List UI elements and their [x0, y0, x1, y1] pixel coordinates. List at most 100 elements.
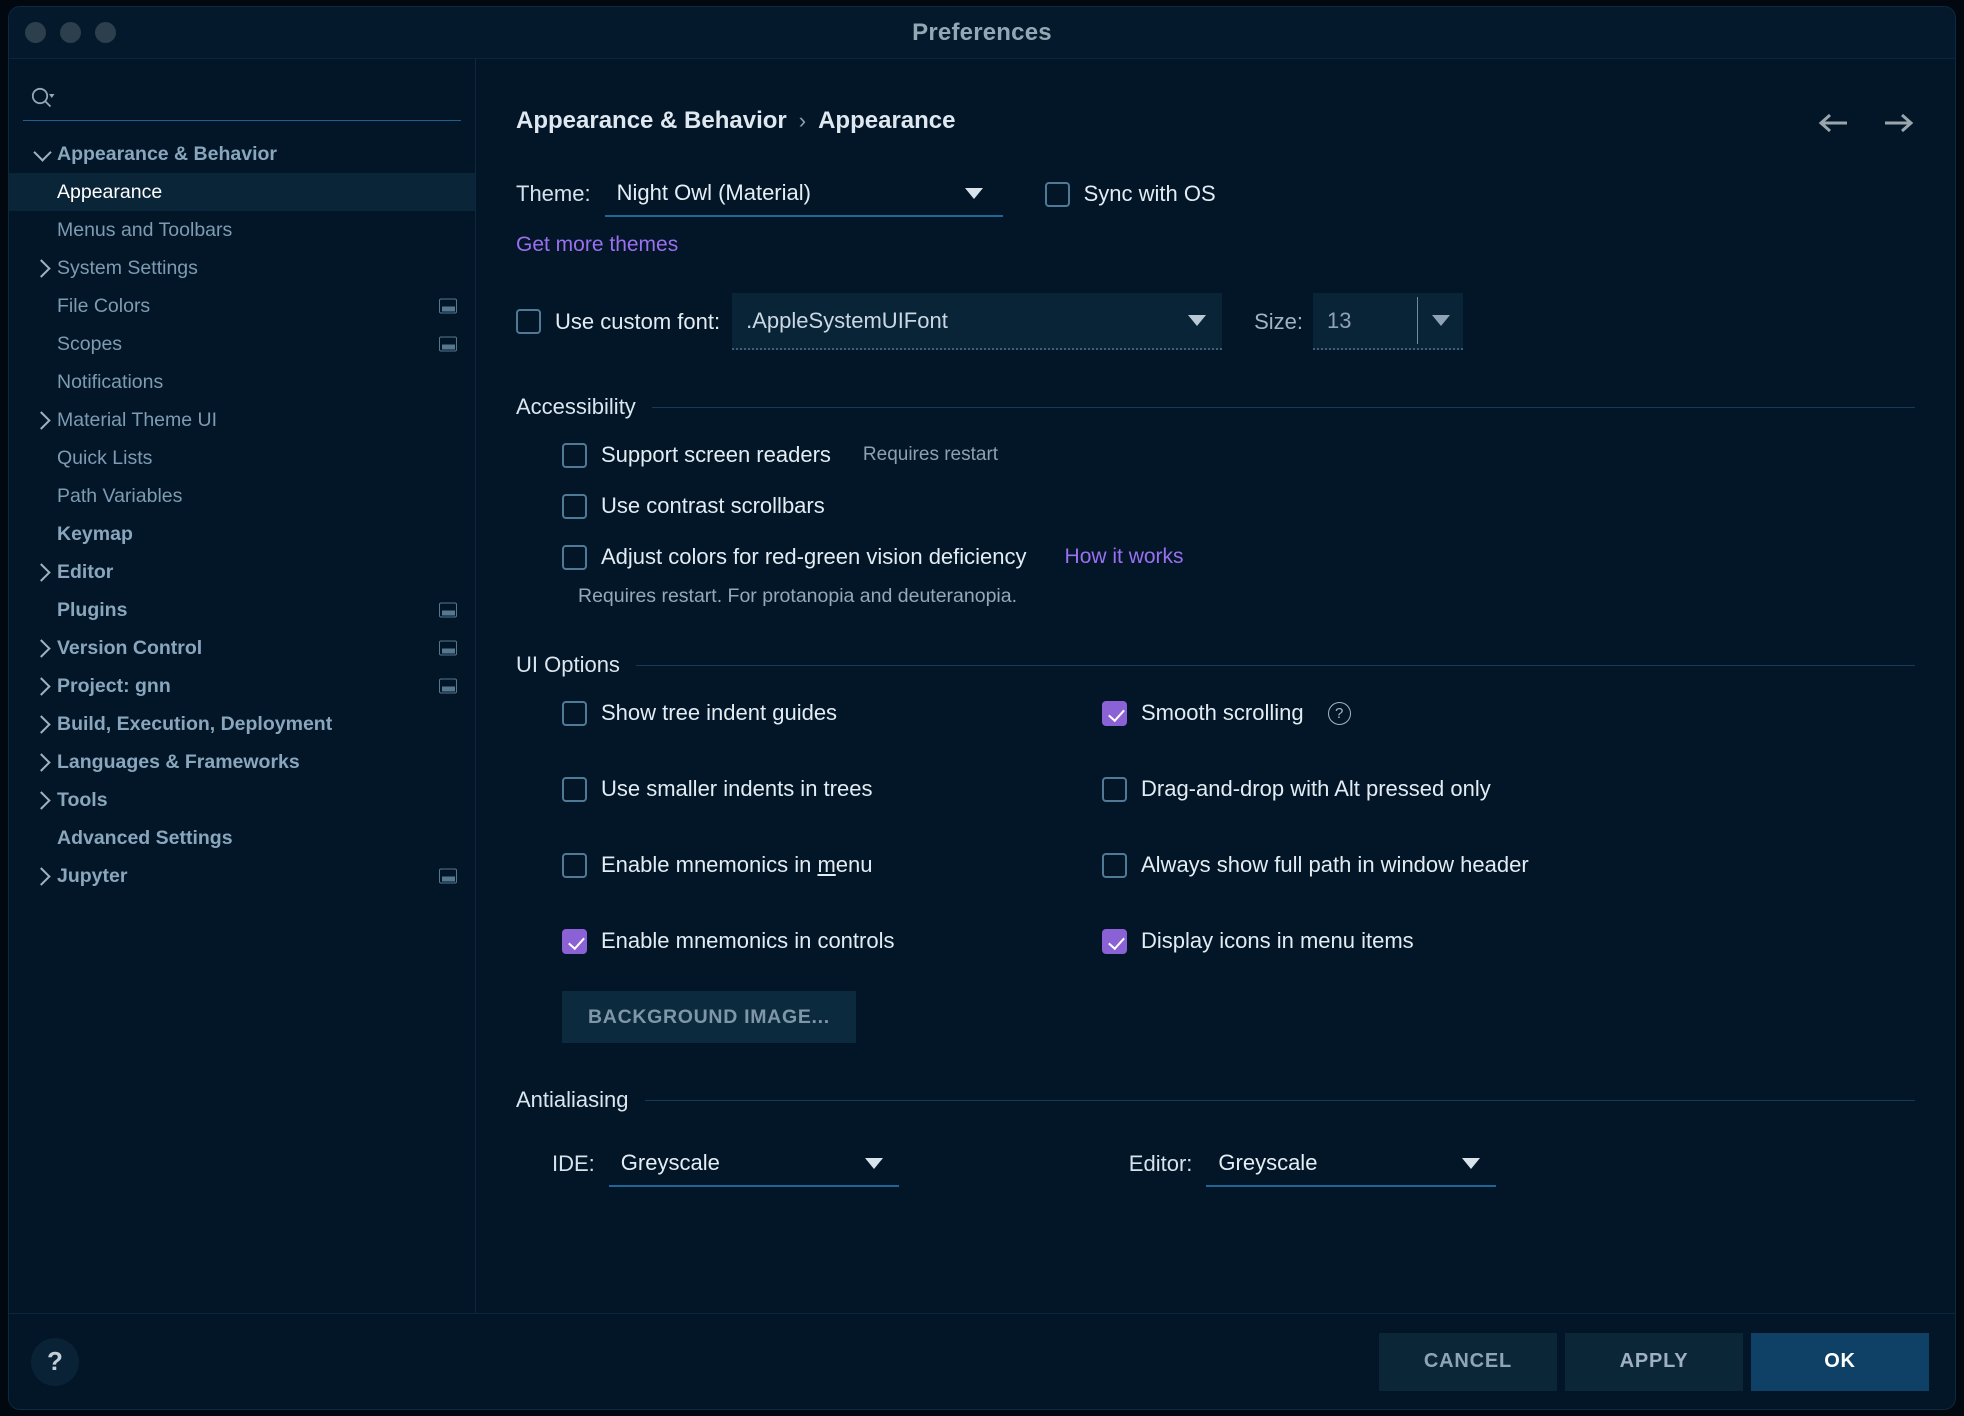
chevron-right-icon[interactable]	[27, 714, 57, 734]
ide-antialiasing-value: Greyscale	[620, 1150, 720, 1175]
sidebar-item-plugins[interactable]: Plugins	[9, 591, 475, 629]
use-custom-font-checkbox[interactable]	[516, 309, 541, 334]
breadcrumb-separator: ›	[798, 108, 807, 133]
sidebar-item-jupyter[interactable]: Jupyter	[9, 857, 475, 895]
sidebar-item-appearance[interactable]: Appearance	[9, 173, 475, 211]
sidebar-item-quick-lists[interactable]: Quick Lists	[9, 439, 475, 477]
font-size-field[interactable]: 13	[1313, 293, 1463, 350]
custom-font-select[interactable]: .AppleSystemUIFont	[732, 293, 1223, 350]
ui-option-left-2-row[interactable]: Enable mnemonics in menu	[562, 852, 1102, 878]
ui-option-left-2-label: Enable mnemonics in menu	[601, 852, 873, 877]
ui-option-left-0-checkbox[interactable]	[562, 700, 587, 726]
accessibility-option-1-label: Use contrast scrollbars	[601, 493, 825, 518]
question-mark-icon[interactable]: ?	[31, 1337, 79, 1386]
project-scope-icon	[439, 868, 457, 884]
chevron-right-icon[interactable]	[27, 410, 57, 430]
ui-options-body: Show tree indent guides Smooth scrolling?…	[516, 700, 1915, 1043]
sidebar-item-advanced-settings[interactable]: Advanced Settings	[9, 819, 475, 857]
accessibility-option-0-checkbox[interactable]	[562, 442, 587, 468]
chevron-down-icon[interactable]	[27, 142, 57, 162]
ui-option-right-1-checkbox[interactable]	[1102, 776, 1127, 802]
theme-select[interactable]: Night Owl (Material)	[604, 171, 1003, 217]
sidebar-item-file-colors[interactable]: File Colors	[9, 287, 475, 325]
sidebar-item-menus-and-toolbars[interactable]: Menus and Toolbars	[9, 211, 475, 249]
chevron-right-icon[interactable]	[27, 790, 57, 810]
sync-with-os-row[interactable]: Sync with OS	[1044, 181, 1216, 207]
sidebar-item-label: Path Variables	[57, 484, 183, 507]
sidebar-item-label: Plugins	[57, 598, 128, 621]
editor-antialiasing-select[interactable]: Greyscale	[1206, 1141, 1497, 1187]
ui-option-left-3-row[interactable]: Enable mnemonics in controls	[562, 928, 1102, 954]
get-more-themes-link[interactable]: Get more themes	[516, 233, 678, 257]
ui-option-left-3-checkbox[interactable]	[562, 928, 587, 954]
font-size-spinner[interactable]	[1417, 297, 1463, 344]
ui-option-right-3-checkbox[interactable]	[1102, 928, 1127, 954]
nav-buttons	[1817, 109, 1915, 137]
sidebar-item-scopes[interactable]: Scopes	[9, 325, 475, 363]
sidebar-item-path-variables[interactable]: Path Variables	[9, 477, 475, 515]
sidebar-item-appearance-behavior[interactable]: Appearance & Behavior	[9, 135, 475, 173]
sidebar-item-project-gnn[interactable]: Project: gnn	[9, 667, 475, 705]
chevron-right-icon[interactable]	[27, 258, 57, 278]
ui-options-title: UI Options	[516, 652, 620, 677]
sidebar-item-version-control[interactable]: Version Control	[9, 629, 475, 667]
sidebar-item-label: Jupyter	[57, 864, 128, 887]
ide-antialiasing-select[interactable]: Greyscale	[608, 1141, 899, 1187]
use-custom-font-label: Use custom font:	[555, 308, 721, 334]
sidebar-item-languages-frameworks[interactable]: Languages & Frameworks	[9, 743, 475, 781]
chevron-down-icon	[1188, 315, 1207, 326]
dialog-footer: ? CANCEL APPLY OK	[9, 1313, 1955, 1409]
accessibility-section: Accessibility Support screen readers Requ…	[516, 394, 1915, 608]
accessibility-option-2-row[interactable]: Adjust colors for red-green vision defic…	[562, 544, 1915, 570]
sidebar-item-material-theme-ui[interactable]: Material Theme UI	[9, 401, 475, 439]
arrow-right-icon[interactable]	[1881, 109, 1915, 137]
chevron-down-icon	[1431, 315, 1450, 326]
accessibility-option-1-row[interactable]: Use contrast scrollbars	[562, 493, 1915, 519]
accessibility-option-1-checkbox[interactable]	[562, 493, 587, 519]
ui-option-left-0-row[interactable]: Show tree indent guides	[562, 700, 1102, 726]
custom-font-value: .AppleSystemUIFont	[746, 307, 948, 333]
chevron-right-icon[interactable]	[27, 562, 57, 582]
chevron-down-icon	[1462, 1157, 1481, 1169]
sync-with-os-checkbox[interactable]	[1044, 181, 1070, 207]
ui-option-left-2-checkbox[interactable]	[562, 852, 587, 878]
arrow-left-icon[interactable]	[1817, 109, 1851, 137]
sidebar-item-label: Languages & Frameworks	[57, 750, 300, 773]
sidebar-item-keymap[interactable]: Keymap	[9, 515, 475, 553]
section-divider	[644, 1099, 1915, 1101]
ui-option-left-3-label: Enable mnemonics in controls	[601, 928, 895, 953]
sidebar-item-build-execution-deployment[interactable]: Build, Execution, Deployment	[9, 705, 475, 743]
ok-button[interactable]: OK	[1751, 1332, 1929, 1391]
breadcrumb-parent[interactable]: Appearance & Behavior	[516, 107, 787, 135]
help-icon[interactable]: ?	[1327, 701, 1351, 725]
sidebar-item-notifications[interactable]: Notifications	[9, 363, 475, 401]
ui-option-left-1-checkbox[interactable]	[562, 776, 587, 802]
search-input[interactable]	[63, 86, 455, 109]
ui-option-left-1-row[interactable]: Use smaller indents in trees	[562, 776, 1102, 802]
ui-option-right-0-row[interactable]: Smooth scrolling?	[1102, 700, 1915, 726]
sidebar-item-tools[interactable]: Tools	[9, 781, 475, 819]
ui-option-right-0-checkbox[interactable]	[1102, 700, 1127, 726]
apply-button[interactable]: APPLY	[1565, 1332, 1743, 1391]
search-box[interactable]	[23, 75, 461, 121]
sidebar-item-label: Material Theme UI	[57, 408, 218, 431]
sidebar-item-label: Notifications	[57, 370, 164, 393]
chevron-right-icon[interactable]	[27, 676, 57, 696]
sidebar-item-editor[interactable]: Editor	[9, 553, 475, 591]
how-it-works-link[interactable]: How it works	[1065, 545, 1184, 569]
ui-option-right-2-row[interactable]: Always show full path in window header	[1102, 852, 1915, 878]
sidebar-item-system-settings[interactable]: System Settings	[9, 249, 475, 287]
sidebar-item-label: Tools	[57, 788, 108, 811]
sidebar-item-label: Appearance & Behavior	[57, 142, 277, 165]
accessibility-option-0-row[interactable]: Support screen readers Requires restart	[562, 442, 1915, 468]
accessibility-option-2-checkbox[interactable]	[562, 544, 587, 570]
chevron-right-icon[interactable]	[27, 638, 57, 658]
cancel-button[interactable]: CANCEL	[1379, 1332, 1557, 1391]
ui-option-right-2-checkbox[interactable]	[1102, 852, 1127, 878]
background-image-button[interactable]: BACKGROUND IMAGE...	[562, 991, 856, 1043]
ui-option-right-1-row[interactable]: Drag-and-drop with Alt pressed only	[1102, 776, 1915, 802]
chevron-down-icon	[964, 187, 983, 199]
ui-option-right-3-row[interactable]: Display icons in menu items	[1102, 928, 1915, 954]
chevron-right-icon[interactable]	[27, 866, 57, 886]
chevron-right-icon[interactable]	[27, 752, 57, 772]
